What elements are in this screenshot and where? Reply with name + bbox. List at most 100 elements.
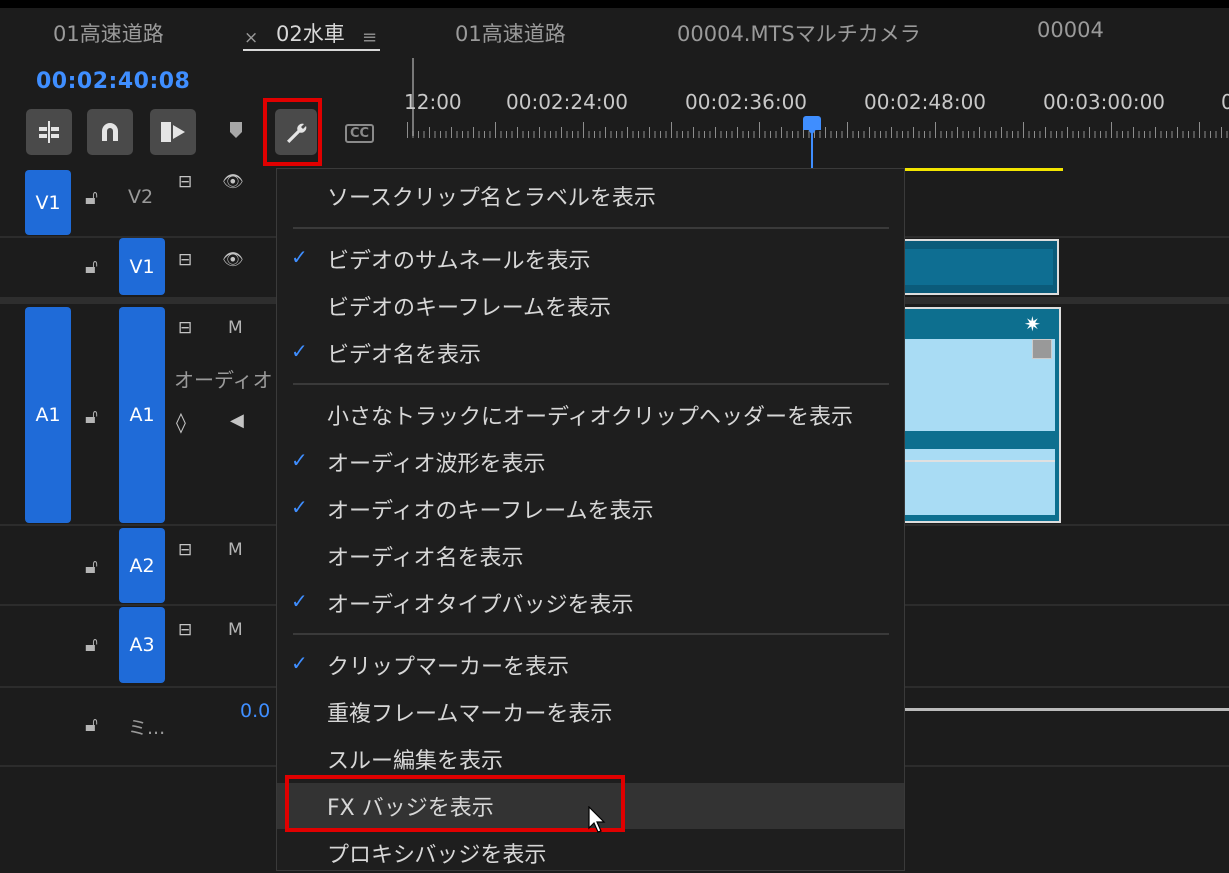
checkmark-icon: ✓ (291, 339, 308, 363)
menu-item-video-names[interactable]: ✓ ビデオ名を表示 (277, 333, 904, 373)
ruler-tick (1160, 131, 1162, 138)
menu-item-label: ビデオのサムネールを表示 (327, 249, 591, 274)
tab-menu-icon[interactable]: ≡ (362, 27, 377, 48)
track-target-v1[interactable]: V1 (119, 238, 165, 295)
ruler-tick (874, 131, 876, 138)
source-patch-a1[interactable]: A1 (25, 307, 71, 523)
menu-item-audio-clip-headers[interactable]: 小さなトラックにオーディオクリップヘッダーを表示 (277, 395, 904, 435)
menu-item-duplicate-frame-markers[interactable]: 重複フレームマーカーを表示 (277, 692, 904, 732)
lock-icon-v1[interactable]: 🔓︎ (85, 254, 98, 278)
menu-item-audio-keyframes[interactable]: ✓ オーディオのキーフレームを表示 (277, 489, 904, 529)
ruler-tick (836, 131, 837, 138)
sync-lock-icon-v1[interactable]: ⊟ (178, 250, 192, 270)
close-tab-icon[interactable]: × (244, 28, 258, 48)
mix-volume-line[interactable] (905, 708, 1229, 711)
tab-02-waterwheel[interactable]: 02水車 (276, 18, 345, 48)
menu-separator (293, 383, 889, 385)
add-marker-icon[interactable] (228, 120, 244, 145)
sync-lock-icon[interactable]: ⊟ (178, 172, 192, 192)
menu-item-audio-names[interactable]: オーディオ名を表示 (277, 536, 904, 576)
ruler-tick (698, 131, 700, 138)
menu-item-label: オーディオのキーフレームを表示 (327, 499, 654, 524)
volume-knob-icon[interactable]: ◊ (176, 410, 186, 434)
ruler-tick (770, 131, 771, 138)
menu-item-audio-type-badges[interactable]: ✓ オーディオタイプバッジを表示 (277, 583, 904, 623)
ruler-tick (1078, 131, 1079, 138)
menu-item-video-keyframes[interactable]: ビデオのキーフレームを表示 (277, 286, 904, 326)
menu-item-source-clip-name[interactable]: ソースクリップ名とラベルを表示 (277, 176, 904, 216)
ruler-tick (1023, 122, 1024, 138)
linked-selection-icon[interactable] (150, 109, 196, 155)
ruler-tick (962, 131, 964, 138)
menu-item-label: 小さなトラックにオーディオクリップヘッダーを表示 (327, 405, 854, 430)
ruler-tick (957, 127, 958, 138)
ruler-tick (852, 131, 854, 138)
ruler-tick (753, 131, 755, 138)
ruler-tick (1138, 131, 1140, 138)
ruler-tick (577, 131, 579, 138)
ruler-tick (1204, 131, 1206, 138)
playhead-timecode[interactable]: 00:02:40:08 (36, 69, 190, 94)
waveform-channel-2 (905, 449, 1055, 515)
ruler-tick (583, 122, 584, 138)
captions-cc-icon[interactable]: CC (345, 124, 375, 143)
menu-item-through-edits[interactable]: スルー編集を表示 (277, 739, 904, 779)
linked-glyph-icon (161, 122, 185, 142)
source-patch-v1[interactable]: V1 (25, 170, 71, 235)
tab-01-highway-2[interactable]: 01高速道路 (455, 18, 566, 48)
ruler-tick (1188, 131, 1189, 138)
sync-lock-icon-a1[interactable]: ⊟ (178, 318, 192, 338)
mute-button-a3[interactable]: M (228, 620, 243, 640)
ruler-tick (511, 131, 513, 138)
ruler-tick (539, 127, 540, 138)
insert-nest-icon[interactable] (26, 109, 72, 155)
audio-volume-rubberband[interactable] (905, 460, 1055, 462)
ruler-tick (671, 122, 672, 138)
sync-lock-icon-a2[interactable]: ⊟ (178, 540, 192, 560)
ruler-tick (775, 131, 777, 138)
lock-icon-a2[interactable]: 🔓︎ (85, 554, 98, 578)
ruler-tick (940, 131, 942, 138)
ruler-tick (726, 131, 727, 138)
menu-item-video-thumbnails[interactable]: ✓ ビデオのサムネールを表示 (277, 239, 904, 279)
ruler-tick (1034, 131, 1035, 138)
menu-item-proxy-badges[interactable]: プロキシバッジを表示 (277, 833, 904, 873)
ruler-tick (588, 131, 590, 138)
menu-item-clip-markers[interactable]: ✓ クリップマーカーを表示 (277, 645, 904, 685)
ruler-tick (610, 131, 612, 138)
track-target-a3[interactable]: A3 (119, 607, 165, 683)
mute-button-a1[interactable]: M (228, 318, 243, 338)
tab-00004[interactable]: 00004 (1037, 18, 1104, 42)
sync-lock-icon-a3[interactable]: ⊟ (178, 620, 192, 640)
ruler-tick (434, 131, 436, 138)
checkmark-icon: ✓ (291, 448, 308, 472)
video-clip[interactable] (905, 239, 1059, 295)
menu-item-audio-waveform[interactable]: ✓ オーディオ波形を表示 (277, 442, 904, 482)
eye-icon-v1[interactable]: 👁︎ (222, 250, 244, 270)
track-target-a1[interactable]: A1 (119, 307, 165, 523)
menu-item-label: ビデオのキーフレームを表示 (327, 296, 612, 321)
lock-icon-mix[interactable]: 🔓︎ (85, 712, 98, 736)
mix-volume-value[interactable]: 0.0 (240, 700, 270, 722)
ruler-tick (880, 131, 881, 138)
ruler-tick (660, 131, 661, 138)
sequence-tab-bar: 01高速道路 × 02水車 ≡ 01高速道路 00004.MTSマルチカメラ 0… (0, 8, 1229, 54)
ruler-tick (847, 122, 848, 138)
playhead-line (811, 134, 813, 170)
track-target-a2[interactable]: A2 (119, 528, 165, 603)
ruler-tick (1050, 131, 1052, 138)
ruler-tick (506, 131, 507, 138)
lock-icon-a3[interactable]: 🔓︎ (85, 632, 98, 656)
tab-01-highway[interactable]: 01高速道路 (53, 18, 164, 48)
video-clip-body (905, 249, 1053, 285)
eye-icon[interactable]: 👁︎ (222, 172, 244, 192)
previous-keyframe-icon[interactable]: ◀ (230, 410, 244, 431)
lock-icon[interactable]: 🔓︎ (85, 185, 98, 209)
ruler-tick (418, 131, 419, 138)
ruler-tick (951, 131, 953, 138)
mute-button-a2[interactable]: M (228, 540, 243, 560)
snap-magnet-icon[interactable] (87, 109, 133, 155)
tab-00004-multicam[interactable]: 00004.MTSマルチカメラ (677, 18, 921, 48)
ruler-tick (830, 131, 832, 138)
lock-icon-a1[interactable]: 🔓︎ (85, 404, 98, 428)
